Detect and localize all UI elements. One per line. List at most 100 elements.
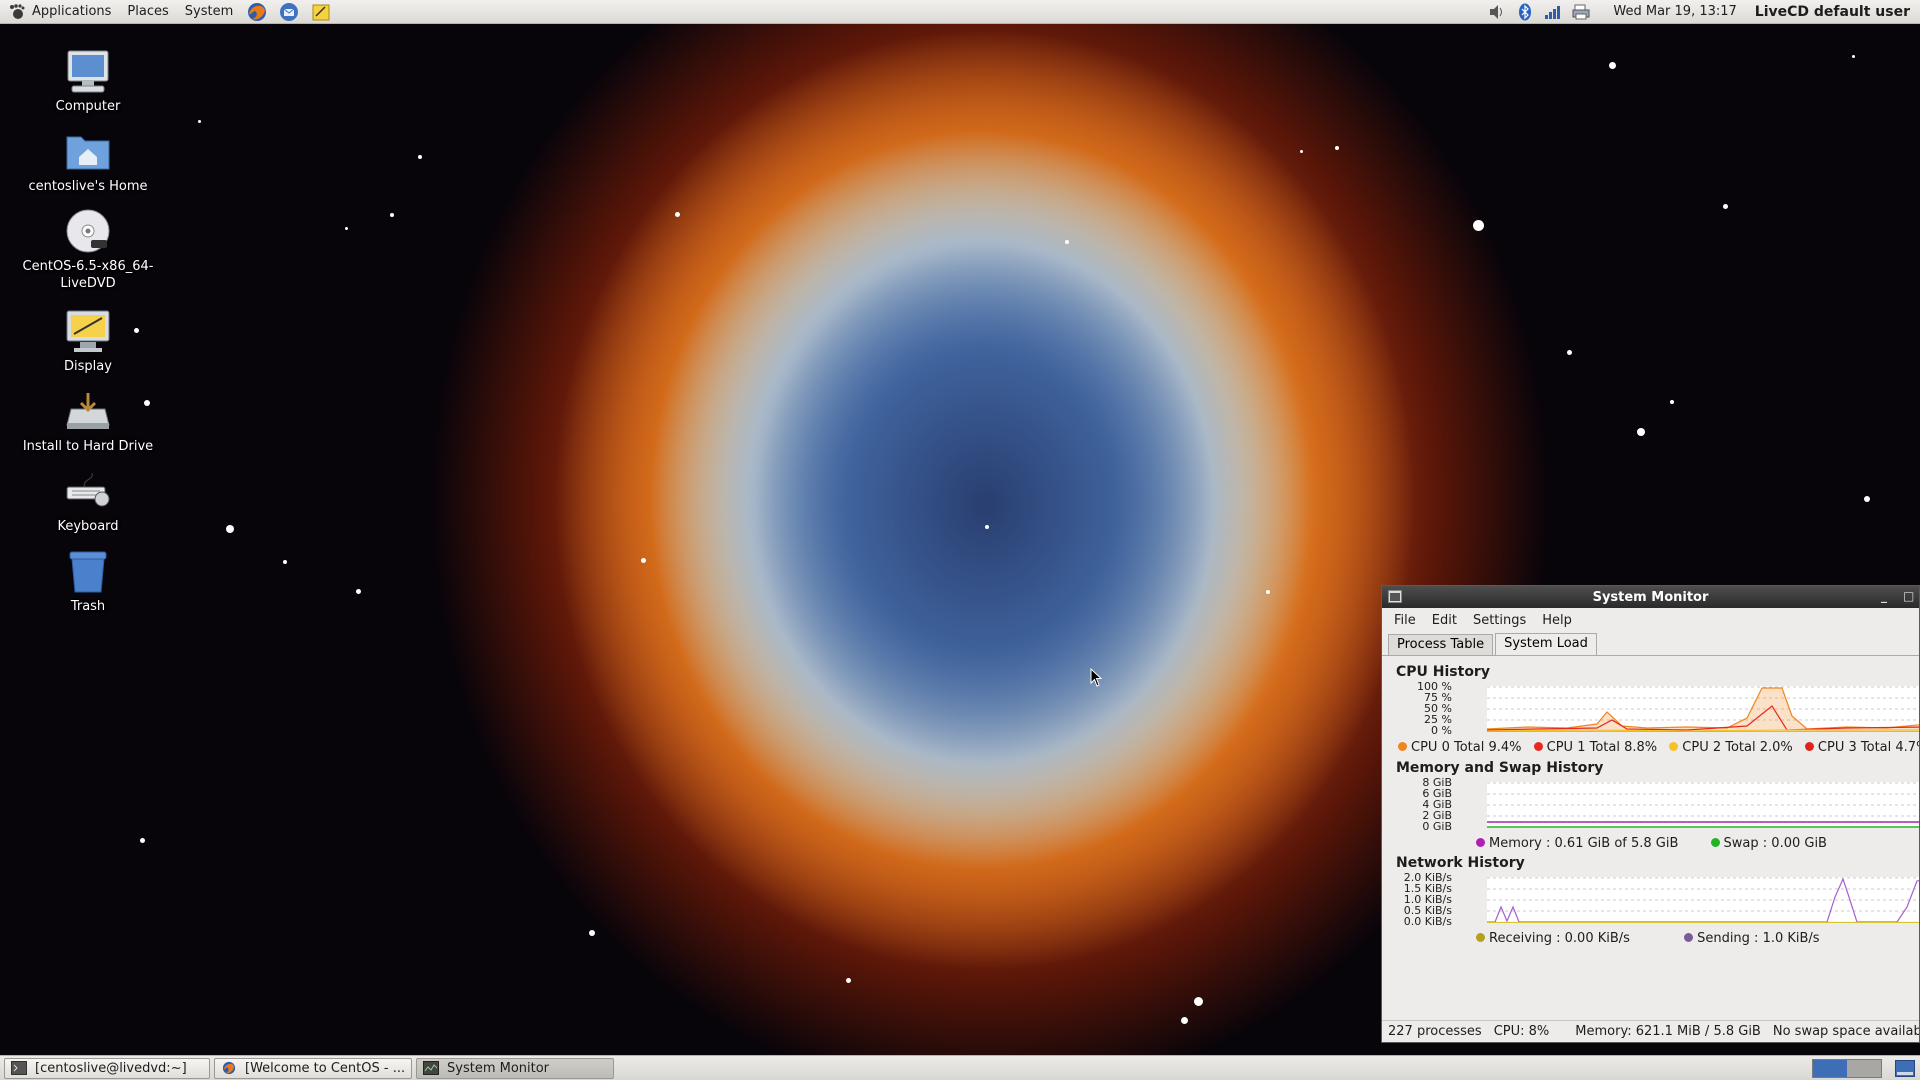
desktop-icon-trash[interactable]: Trash [10,545,166,615]
system-load-panel: CPU History 100 % 75 % 50 % 25 % 0 % CPU… [1382,656,1919,1018]
cpu1-label: CPU 1 Total [1546,740,1620,755]
swap-color-dot [1710,838,1720,847]
gnome-foot-icon [10,3,25,19]
cpu2-label: CPU 2 Total [1682,740,1756,755]
workspace-2[interactable] [1847,1060,1881,1077]
system-label: System [184,4,234,19]
menu-file[interactable]: File [1386,613,1424,628]
thunderbird-launcher[interactable] [277,1,301,23]
taskbar-button-firefox[interactable]: [Welcome to CentOS - ... [214,1057,412,1079]
desktop-icon-label: CentOS-6.5-x86_64-LiveDVD [22,259,154,291]
system-menu[interactable]: System [177,0,241,24]
memory-y-tick: 0 GiB [1422,820,1452,833]
notes-launcher[interactable] [309,1,333,23]
maximize-icon[interactable]: □ [1903,589,1914,603]
places-label: Places [127,4,169,19]
desktop-icon-label: Install to Hard Drive [22,439,154,454]
applications-label: Applications [32,4,112,19]
menu-settings[interactable]: Settings [1465,613,1534,628]
network-signal-icon[interactable] [1542,2,1564,22]
show-desktop-icon[interactable] [1895,1060,1915,1077]
status-cpu: CPU: 8% [1493,1024,1550,1039]
desktop-icon-install[interactable]: Install to Hard Drive [10,385,166,455]
network-y-tick: 0.0 KiB/s [1403,915,1452,928]
swap-legend-label: Swap : 0.00 GiB [1723,836,1827,851]
status-processes: 227 processes [1388,1024,1482,1039]
menu-edit[interactable]: Edit [1424,613,1465,628]
desktop-icon-label: Display [64,359,112,374]
cpu2-color-dot [1669,742,1679,751]
bluetooth-icon[interactable] [1514,2,1536,22]
status-bar: 227 processes CPU: 8% Memory: 621.1 MiB … [1382,1020,1919,1042]
dvd-icon [62,205,114,257]
cpu-history-title: CPU History [1396,664,1490,680]
menu-help[interactable]: Help [1534,613,1580,628]
desktop-icon-dvd[interactable]: CentOS-6.5-x86_64-LiveDVD [10,205,166,292]
cpu0-label: CPU 0 Total [1411,740,1485,755]
cpu1-color-dot [1533,742,1543,751]
tab-system-load[interactable]: System Load [1495,633,1597,655]
window-title: System Monitor [1592,589,1709,605]
cpu1-value: 8.8% [1624,740,1658,755]
memory-history-title: Memory and Swap History [1396,760,1604,776]
memory-color-dot [1476,838,1485,847]
desktop-icon-computer[interactable]: Computer [10,45,166,115]
notes-icon [312,4,330,20]
firefox-launcher[interactable] [245,1,269,23]
receiving-color-dot [1476,933,1485,942]
desktop-icon-label: Trash [70,599,106,614]
system-monitor-icon [423,1061,439,1075]
taskbar-button-system-monitor[interactable]: System Monitor [416,1057,614,1079]
thunderbird-icon [280,2,299,21]
status-swap: No swap space available [1772,1024,1920,1039]
cpu3-color-dot [1804,742,1814,751]
places-menu[interactable]: Places [119,0,176,24]
system-monitor-window: System Monitor _ □ File Edit Settings He… [1381,585,1920,1043]
taskbar-label: [centoslive@livedvd:~] [35,1060,187,1076]
cpu3-label: CPU 3 Total [1817,740,1892,755]
memory-legend: Memory : 0.61 GiB of 5.8 GiB Swap : 0.00… [1472,836,1827,851]
home-folder-icon [62,125,114,177]
network-history-title: Network History [1396,855,1525,871]
desktop-icon-home[interactable]: centoslive's Home [10,125,166,195]
tab-process-table[interactable]: Process Table [1388,634,1494,655]
firefox-icon [222,1061,236,1075]
printer-icon[interactable] [1570,2,1592,22]
minimize-icon[interactable]: _ [1881,589,1887,603]
cpu3-value: 4.7% [1895,740,1919,755]
panel-tray: Wed Mar 19, 13:17 LiveCD default user [1483,0,1920,24]
memory-history-graph [1487,782,1919,828]
applications-menu[interactable]: Applications [0,0,119,24]
sending-color-dot [1684,933,1694,942]
desktop-icon-keyboard[interactable]: Keyboard [10,465,166,535]
window-titlebar[interactable]: System Monitor _ □ [1382,586,1919,608]
top-panel: Applications Places System Wed Mar 19, 1… [0,0,1920,24]
taskbar-label: [Welcome to CentOS - ... [245,1060,406,1076]
sending-legend-label: Sending : 1.0 KiB/s [1697,931,1820,946]
computer-icon [62,45,114,97]
display-icon [62,305,114,357]
cpu0-value: 9.4% [1488,740,1522,755]
desktop-icon-label: Keyboard [57,519,119,534]
user-name[interactable]: LiveCD default user [1751,4,1920,20]
taskbar-label: System Monitor [447,1060,550,1076]
bottom-panel: [centoslive@livedvd:~] [Welcome to CentO… [0,1055,1920,1080]
status-memory: Memory: 621.1 MiB / 5.8 GiB [1575,1024,1761,1039]
workspace-1[interactable] [1813,1060,1847,1077]
volume-icon[interactable] [1486,2,1508,22]
terminal-icon [11,1061,27,1075]
cpu0-color-dot [1398,742,1407,751]
memory-legend-label: Memory : 0.61 GiB of 5.8 GiB [1489,836,1679,851]
firefox-icon [248,2,267,21]
keyboard-icon [62,465,114,517]
cpu2-value: 2.0% [1759,740,1793,755]
desktop-icon-label: Computer [55,99,121,114]
receiving-legend-label: Receiving : 0.00 KiB/s [1489,931,1630,946]
window-menu-icon[interactable] [1388,590,1402,603]
taskbar-button-terminal[interactable]: [centoslive@livedvd:~] [4,1057,210,1079]
workspace-switcher[interactable] [1812,1059,1882,1078]
desktop-icon-display[interactable]: Display [10,305,166,375]
clock[interactable]: Wed Mar 19, 13:17 [1595,4,1750,19]
cpu-legend: CPU 0 Total 9.4% CPU 1 Total 8.8% CPU 2 … [1394,740,1919,755]
mouse-cursor-icon [1090,668,1103,687]
